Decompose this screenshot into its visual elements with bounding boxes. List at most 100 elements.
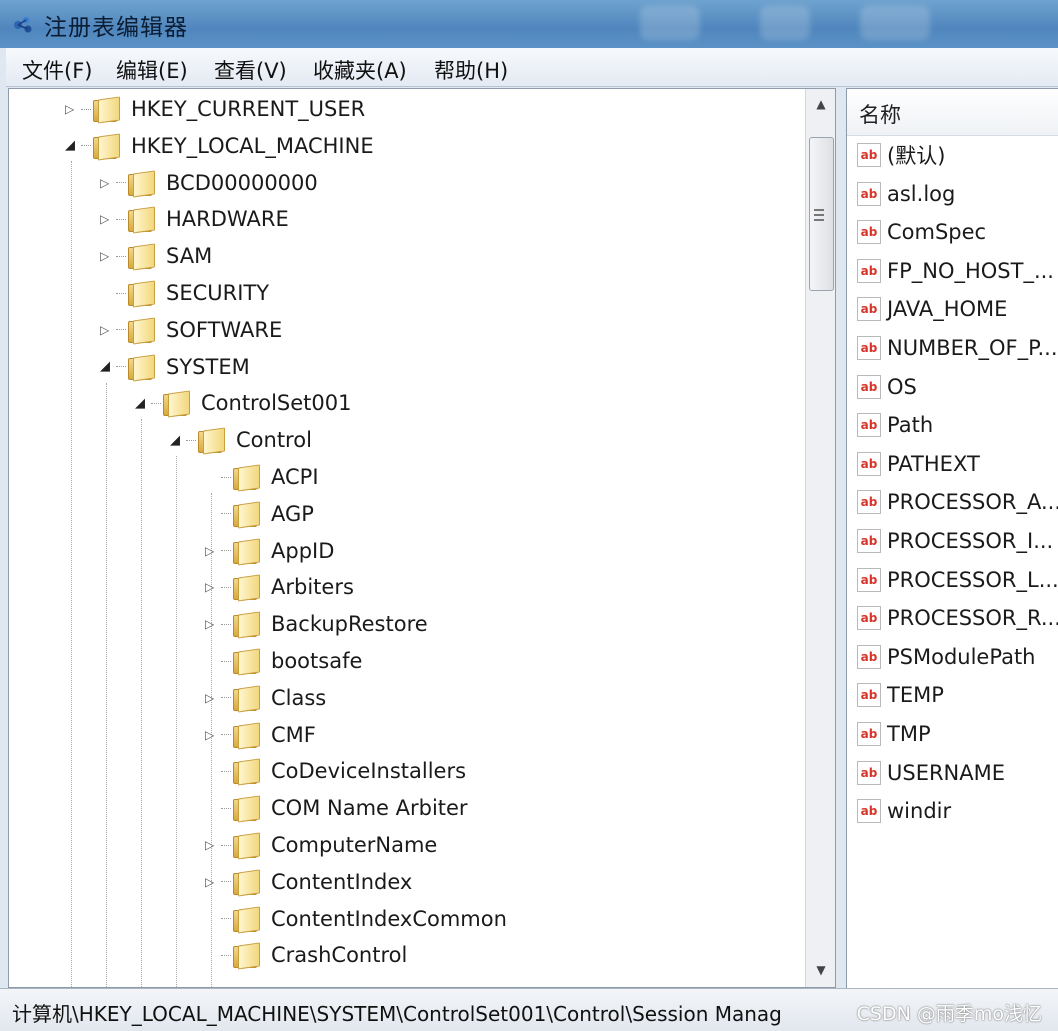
menu-help[interactable]: 帮助(H) (434, 55, 508, 85)
folder-icon (128, 280, 155, 308)
value-row[interactable]: ab asl.log (857, 176, 955, 212)
tree-scrollbar[interactable]: ▲ ▼ (805, 89, 835, 987)
expand-arrow-icon[interactable]: ▷ (100, 320, 116, 340)
tree-node[interactable]: ▷ SAM (100, 238, 212, 274)
tree-node[interactable]: ▷ SOFTWARE (100, 312, 282, 348)
tree-node[interactable]: ▷ CMF (205, 717, 316, 753)
menu-favorites[interactable]: 收藏夹(A) (313, 55, 407, 85)
column-header-name[interactable]: 名称 (847, 89, 1058, 136)
tree-connector-line (221, 734, 231, 736)
menu-view[interactable]: 查看(V) (214, 55, 287, 85)
value-row[interactable]: ab OS (857, 369, 917, 405)
collapse-arrow-icon[interactable]: ◢ (170, 430, 186, 450)
tree-connector-line (221, 918, 231, 920)
value-name: FP_NO_HOST_... (887, 258, 1054, 283)
tree-node[interactable]: ▷ Class (205, 680, 326, 716)
tree-connector (100, 283, 116, 303)
value-name: ComSpec (887, 220, 987, 245)
tree-connector (205, 467, 221, 487)
string-value-icon: ab (857, 760, 881, 785)
folder-icon (233, 501, 260, 529)
expand-arrow-icon[interactable]: ▷ (205, 541, 221, 561)
tree-node[interactable]: ▷ HARDWARE (100, 201, 289, 237)
tree-node[interactable]: ▷ Arbiters (205, 569, 354, 605)
tree-node[interactable]: SECURITY (100, 275, 269, 311)
expand-arrow-icon[interactable]: ▷ (205, 872, 221, 892)
value-row[interactable]: ab Path (857, 407, 933, 443)
tree-node[interactable]: AGP (205, 496, 314, 532)
tree-node[interactable]: ▷ AppID (205, 533, 334, 569)
collapse-arrow-icon[interactable]: ◢ (100, 357, 116, 377)
tree-node-label: ContentIndex (271, 869, 413, 894)
tree-node[interactable]: ContentIndexCommon (205, 901, 507, 937)
tree-node[interactable]: ACPI (205, 459, 319, 495)
tree-node[interactable]: ◢ SYSTEM (100, 349, 250, 385)
tree-node[interactable]: ▷ BCD00000000 (100, 165, 318, 201)
tree-node[interactable]: ▷ HKEY_CURRENT_USER (65, 91, 365, 127)
tree-node-label: HKEY_CURRENT_USER (131, 97, 366, 121)
expand-arrow-icon[interactable]: ▷ (100, 209, 116, 229)
folder-icon (128, 354, 155, 382)
string-value-icon: ab (857, 451, 881, 476)
expand-arrow-icon[interactable]: ▷ (100, 246, 116, 266)
tree-node-label: Control (236, 428, 312, 453)
value-name: OS (887, 374, 917, 399)
tree-connector (205, 504, 221, 524)
string-value-icon: ab (857, 413, 881, 438)
folder-icon (128, 243, 155, 271)
scroll-up-arrow-icon[interactable]: ▲ (806, 97, 835, 111)
values-list[interactable]: 名称 ab (默认) ab asl.log ab ComSpec ab FP_NO_HOST_… (846, 88, 1058, 988)
tree-node[interactable]: bootsafe (205, 643, 362, 679)
value-row[interactable]: ab PROCESSOR_L... (857, 562, 1058, 598)
value-row[interactable]: ab PROCESSOR_A... (857, 484, 1058, 520)
menu-file[interactable]: 文件(F) (22, 55, 92, 85)
expand-arrow-icon[interactable]: ▷ (205, 577, 221, 597)
folder-icon (163, 390, 190, 418)
value-row[interactable]: ab PROCESSOR_R... (857, 600, 1058, 636)
tree-node[interactable]: COM Name Arbiter (205, 790, 468, 826)
value-name: PSModulePath (887, 644, 1036, 669)
value-row[interactable]: ab TEMP (857, 677, 944, 713)
tree-node[interactable]: ▷ ComputerName (205, 827, 437, 863)
value-row[interactable]: ab PROCESSOR_I... (857, 523, 1053, 559)
tree-node-label: SECURITY (166, 281, 270, 305)
registry-tree[interactable]: ▷ HKEY_CURRENT_USER ◢ HKEY_LOCAL_MACHINE ▷ BC… (8, 88, 836, 988)
expand-arrow-icon[interactable]: ▷ (205, 688, 221, 708)
tree-connector-line (116, 182, 126, 184)
value-row[interactable]: ab FP_NO_HOST_... (857, 253, 1054, 289)
tree-connector-line (116, 329, 126, 331)
tree-node[interactable]: ◢ Control (170, 422, 312, 458)
value-row[interactable]: ab windir (857, 793, 951, 829)
menu-edit[interactable]: 编辑(E) (116, 55, 188, 85)
tree-node[interactable]: ▷ ContentIndex (205, 864, 412, 900)
tree-node[interactable]: ◢ HKEY_LOCAL_MACHINE (65, 128, 374, 164)
tree-node[interactable]: CrashControl (205, 937, 407, 973)
expand-arrow-icon[interactable]: ▷ (205, 614, 221, 634)
value-name: TMP (887, 722, 931, 746)
tree-node[interactable]: CoDeviceInstallers (205, 753, 466, 789)
expand-arrow-icon[interactable]: ▷ (100, 173, 116, 193)
tree-guide-line (176, 456, 177, 987)
tree-node[interactable]: ◢ ControlSet001 (135, 385, 351, 421)
expand-arrow-icon[interactable]: ▷ (205, 725, 221, 745)
value-row[interactable]: ab TMP (857, 716, 931, 752)
scroll-down-arrow-icon[interactable]: ▼ (806, 963, 835, 977)
folder-icon (233, 648, 260, 676)
value-row[interactable]: ab JAVA_HOME (857, 291, 1007, 327)
collapse-arrow-icon[interactable]: ◢ (135, 393, 151, 413)
value-row[interactable]: ab (默认) (857, 137, 945, 173)
tree-node[interactable]: ▷ BackupRestore (205, 606, 428, 642)
value-row[interactable]: ab USERNAME (857, 755, 1005, 791)
expand-arrow-icon[interactable]: ▷ (65, 99, 81, 119)
expand-arrow-icon[interactable]: ▷ (205, 835, 221, 855)
value-row[interactable]: ab NUMBER_OF_P... (857, 330, 1058, 366)
collapse-arrow-icon[interactable]: ◢ (65, 136, 81, 156)
tree-connector-line (221, 586, 231, 588)
value-row[interactable]: ab PATHEXT (857, 446, 980, 482)
tree-node-label: SAM (166, 244, 213, 269)
tree-node-label: SOFTWARE (166, 317, 283, 342)
tree-connector (205, 945, 221, 965)
tree-node-label: Class (271, 685, 327, 710)
value-row[interactable]: ab PSModulePath (857, 639, 1036, 675)
value-row[interactable]: ab ComSpec (857, 214, 986, 250)
